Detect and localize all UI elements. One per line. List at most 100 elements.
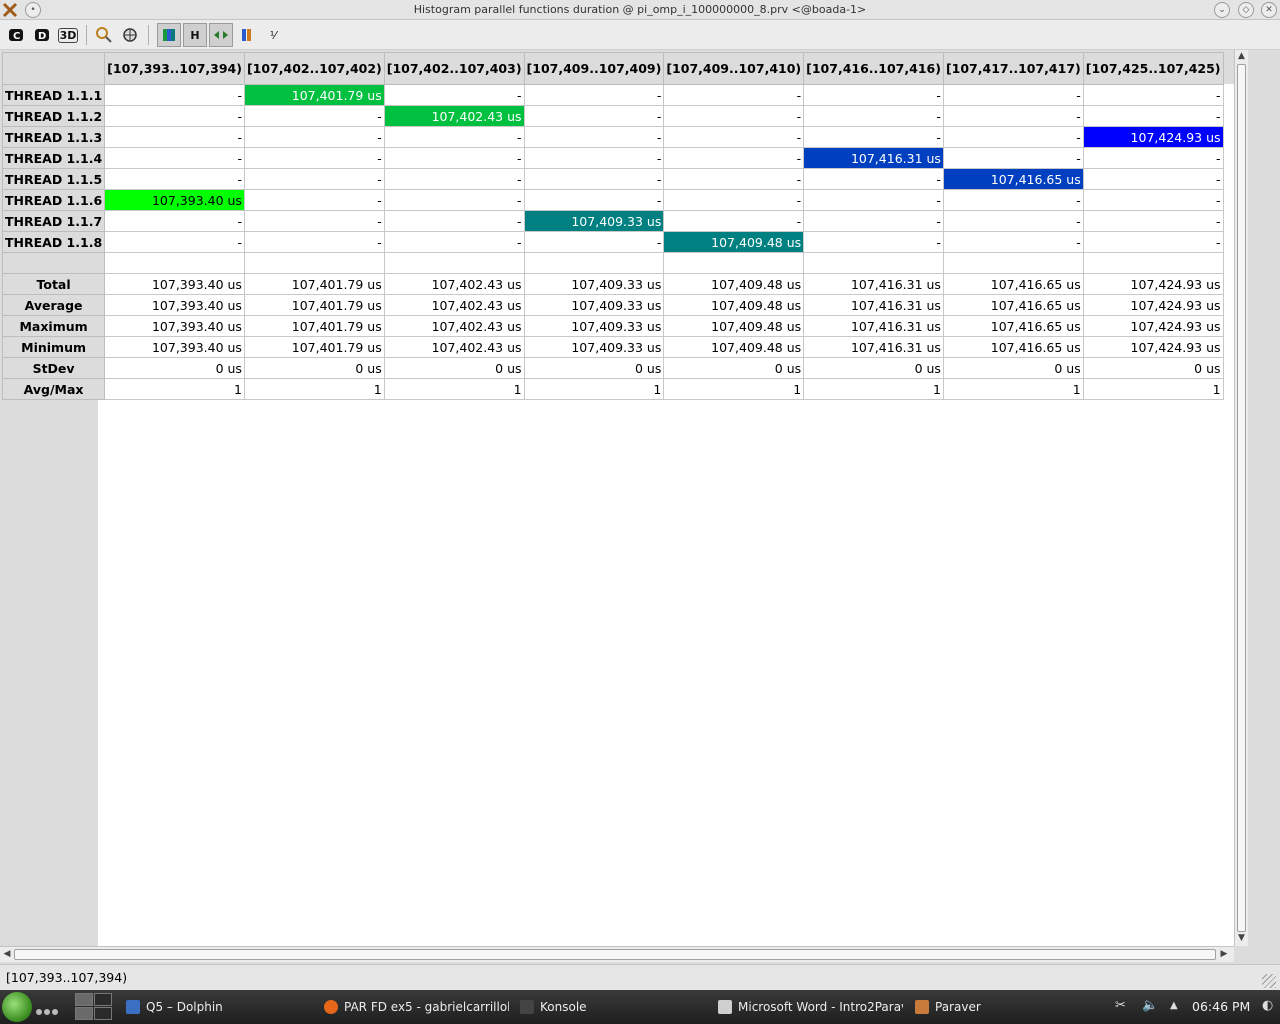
horizontal-scroll-thumb[interactable] bbox=[14, 949, 1216, 960]
histogram-cell[interactable]: 107,393.40 us bbox=[104, 315, 245, 337]
histogram-cell[interactable]: - bbox=[243, 147, 385, 169]
histogram-cell[interactable]: - bbox=[243, 210, 385, 232]
histogram-cell[interactable]: - bbox=[104, 231, 245, 253]
row-header[interactable]: Minimum bbox=[1, 336, 106, 358]
histogram-cell[interactable]: 107,416.65 us bbox=[942, 273, 1084, 295]
histogram-cell[interactable]: - bbox=[663, 147, 805, 169]
desktop-1[interactable] bbox=[75, 993, 93, 1006]
horizontal-view-button[interactable] bbox=[209, 23, 233, 47]
row-header[interactable]: THREAD 1.1.4 bbox=[1, 147, 106, 169]
color-mode-button[interactable] bbox=[157, 23, 181, 47]
histogram-cell[interactable]: - bbox=[942, 105, 1084, 127]
column-header[interactable]: [107,425..107,425) bbox=[1082, 52, 1224, 85]
histogram-cell[interactable]: 107,416.31 us bbox=[803, 336, 944, 358]
histogram-cell[interactable]: 107,402.43 us bbox=[383, 294, 525, 316]
histogram-cell[interactable]: - bbox=[243, 126, 385, 148]
histogram-cell[interactable]: 107,393.40 us bbox=[104, 189, 245, 211]
zoom-button[interactable] bbox=[92, 23, 116, 47]
histogram-cell[interactable]: 107,401.79 us bbox=[243, 336, 385, 358]
row-header[interactable]: THREAD 1.1.7 bbox=[1, 210, 106, 232]
histogram-cell[interactable]: - bbox=[523, 168, 665, 190]
open-filter-button[interactable] bbox=[118, 23, 142, 47]
histogram-cell[interactable]: 107,409.33 us bbox=[523, 336, 665, 358]
horizontal-scrollbar[interactable]: ◀ ▶ bbox=[0, 946, 1234, 962]
histogram-cell[interactable]: - bbox=[942, 147, 1084, 169]
histogram-cell[interactable]: - bbox=[663, 168, 805, 190]
task-word[interactable]: Microsoft Word - Intro2Parave bbox=[718, 994, 903, 1020]
scroll-right-icon[interactable]: ▶ bbox=[1218, 948, 1230, 961]
close-icon[interactable]: ✕ bbox=[1261, 2, 1277, 18]
histogram-cell[interactable]: 0 us bbox=[243, 357, 385, 379]
histogram-cell[interactable]: - bbox=[104, 210, 245, 232]
histogram-cell[interactable]: 107,424.93 us bbox=[1082, 336, 1224, 358]
histogram-cell[interactable]: 0 us bbox=[383, 357, 525, 379]
histogram-cell[interactable]: 1 bbox=[243, 378, 385, 400]
vertical-scroll-thumb[interactable] bbox=[1237, 64, 1246, 932]
histogram-cell[interactable]: - bbox=[803, 210, 944, 232]
desktop-2[interactable] bbox=[94, 993, 112, 1006]
histogram-cell[interactable]: 107,409.48 us bbox=[663, 294, 805, 316]
histogram-cell[interactable]: 107,416.65 us bbox=[942, 294, 1084, 316]
column-header[interactable]: [107,417..107,417) bbox=[942, 52, 1084, 85]
histogram-cell[interactable]: 107,416.31 us bbox=[803, 273, 944, 295]
histogram-cell[interactable]: - bbox=[243, 189, 385, 211]
histogram-cell[interactable]: - bbox=[383, 126, 525, 148]
histogram-cell[interactable]: - bbox=[523, 126, 665, 148]
histogram-cell[interactable]: - bbox=[803, 189, 944, 211]
row-header[interactable]: Average bbox=[1, 294, 106, 316]
row-header[interactable]: THREAD 1.1.5 bbox=[1, 168, 106, 190]
histogram-cell[interactable]: 107,409.33 us bbox=[523, 210, 665, 232]
histogram-cell[interactable]: - bbox=[104, 126, 245, 148]
column-header[interactable]: [107,393..107,394) bbox=[104, 52, 245, 85]
histogram-cell[interactable]: - bbox=[942, 189, 1084, 211]
histogram-cell[interactable]: - bbox=[383, 84, 525, 106]
task-paraver[interactable]: Paraver bbox=[915, 994, 981, 1020]
histogram-cell[interactable]: - bbox=[523, 105, 665, 127]
histogram-cell[interactable]: 0 us bbox=[523, 357, 665, 379]
histogram-cell[interactable]: 107,393.40 us bbox=[104, 273, 245, 295]
row-header[interactable]: THREAD 1.1.6 bbox=[1, 189, 106, 211]
histogram-grid-area[interactable]: [107,393..107,394) [107,402..107,402) [107… bbox=[0, 50, 1234, 946]
histogram-cell[interactable]: 107,402.43 us bbox=[383, 336, 525, 358]
histogram-cell[interactable]: 107,409.33 us bbox=[523, 273, 665, 295]
histogram-cell[interactable]: 107,424.93 us bbox=[1082, 273, 1224, 295]
column-header[interactable]: [107,409..107,409) bbox=[523, 52, 665, 85]
histogram-cell[interactable]: 107,416.65 us bbox=[942, 315, 1084, 337]
histogram-cell[interactable]: 1 bbox=[523, 378, 665, 400]
histogram-cell[interactable]: - bbox=[942, 231, 1084, 253]
column-header[interactable]: [107,402..107,402) bbox=[243, 52, 385, 85]
histogram-cell[interactable]: - bbox=[1082, 84, 1224, 106]
application-launcher-icon[interactable] bbox=[2, 992, 32, 1022]
histogram-cell[interactable]: 1 bbox=[803, 378, 944, 400]
histogram-cell[interactable]: - bbox=[1082, 168, 1224, 190]
histogram-cell[interactable]: - bbox=[942, 126, 1084, 148]
semantic-scale-button[interactable]: ⅟ bbox=[261, 23, 285, 47]
histogram-cell[interactable]: - bbox=[104, 84, 245, 106]
histogram-table[interactable]: [107,393..107,394) [107,402..107,402) [107… bbox=[1, 52, 1224, 400]
row-header[interactable]: THREAD 1.1.2 bbox=[1, 105, 106, 127]
column-header[interactable]: [107,409..107,410) bbox=[663, 52, 805, 85]
histogram-cell[interactable]: - bbox=[663, 105, 805, 127]
histogram-cell[interactable]: - bbox=[104, 168, 245, 190]
histogram-cell[interactable]: - bbox=[942, 84, 1084, 106]
histogram-cell[interactable]: - bbox=[383, 210, 525, 232]
histogram-cell[interactable]: 107,402.43 us bbox=[383, 315, 525, 337]
histogram-cell[interactable]: - bbox=[104, 147, 245, 169]
histogram-cell[interactable]: - bbox=[663, 210, 805, 232]
histogram-cell[interactable]: 0 us bbox=[942, 357, 1084, 379]
histogram-cell[interactable]: 107,393.40 us bbox=[104, 294, 245, 316]
scroll-down-icon[interactable]: ▼ bbox=[1235, 933, 1248, 945]
histogram-cell[interactable]: - bbox=[523, 147, 665, 169]
histogram-cell[interactable]: - bbox=[803, 126, 944, 148]
histogram-cell[interactable]: - bbox=[523, 84, 665, 106]
column-header[interactable]: [107,402..107,403) bbox=[383, 52, 525, 85]
histogram-cell[interactable]: 107,416.65 us bbox=[942, 336, 1084, 358]
clock[interactable]: 06:46 PM bbox=[1192, 999, 1250, 1014]
histogram-cell[interactable]: - bbox=[663, 126, 805, 148]
task-dolphin[interactable]: Q5 – Dolphin bbox=[126, 994, 223, 1020]
row-header[interactable]: Total bbox=[1, 273, 106, 295]
desktop-pager[interactable] bbox=[73, 993, 113, 1021]
hide-columns-button[interactable]: H bbox=[183, 23, 207, 47]
histogram-cell[interactable]: 1 bbox=[942, 378, 1084, 400]
histogram-cell[interactable]: - bbox=[243, 168, 385, 190]
